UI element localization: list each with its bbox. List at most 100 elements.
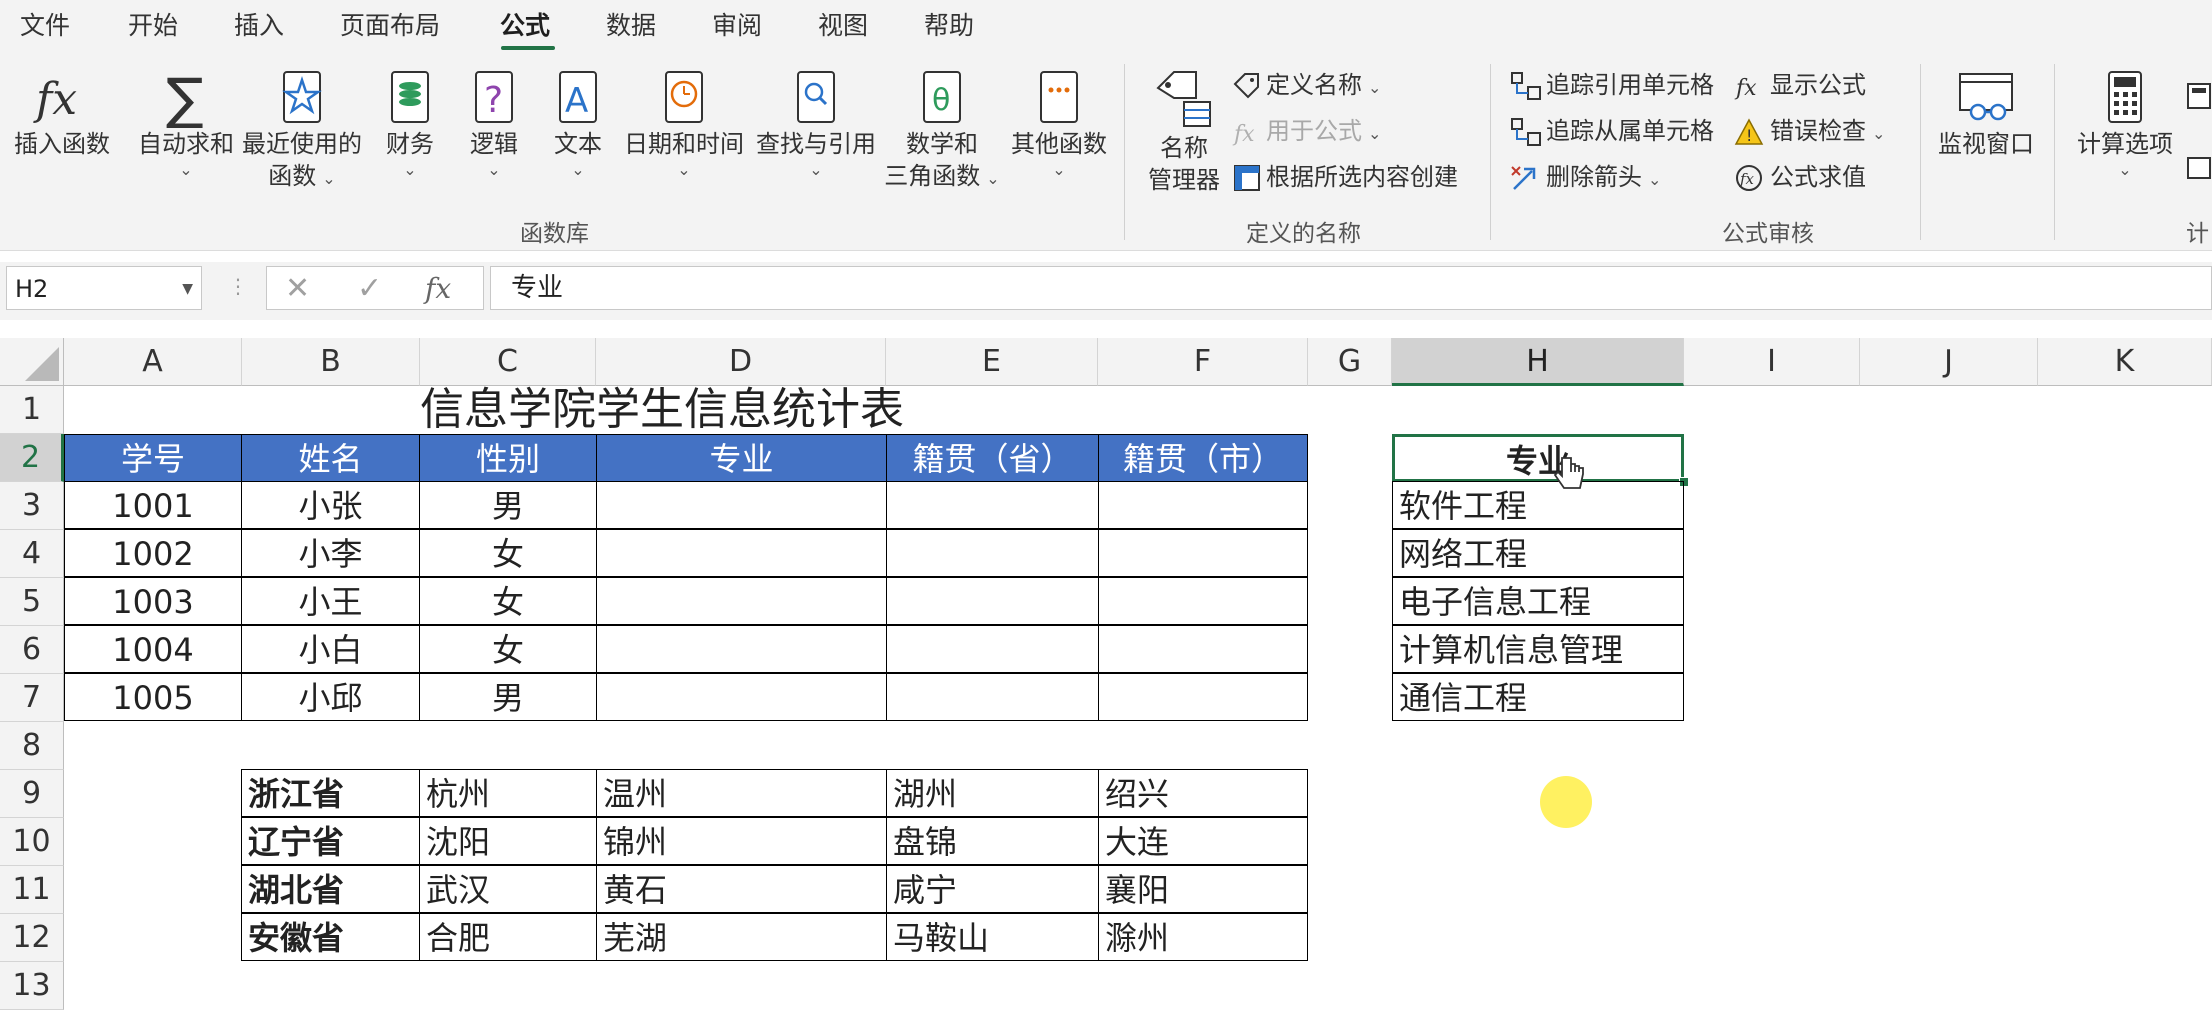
major-cell[interactable]: 网络工程 [1392, 529, 1684, 577]
trace-precedents-button[interactable]: 追踪引用单元格 [1510, 68, 1714, 102]
column-header-a[interactable]: A [64, 338, 242, 386]
tab-review[interactable]: 审阅 [712, 6, 762, 46]
city-cell[interactable]: 杭州 [419, 769, 597, 817]
major-empty-cell[interactable] [596, 673, 887, 721]
city-empty-cell[interactable] [1098, 577, 1308, 625]
province-empty-cell[interactable] [886, 577, 1099, 625]
province-empty-cell[interactable] [886, 529, 1099, 577]
row-header-1[interactable]: 1 [0, 386, 64, 434]
city-cell[interactable]: 湖州 [886, 769, 1099, 817]
column-header-c[interactable]: C [420, 338, 596, 386]
row-header-2[interactable]: 2 [0, 434, 64, 482]
tab-insert[interactable]: 插入 [234, 6, 284, 46]
chevron-down-icon[interactable]: ▼ [182, 267, 193, 311]
watch-window-button[interactable]: 监视窗口 [1930, 68, 2042, 160]
tab-help[interactable]: 帮助 [924, 6, 974, 46]
major-cell[interactable]: 软件工程 [1392, 481, 1684, 529]
header-cell[interactable]: 姓名 [241, 434, 420, 482]
column-header-e[interactable]: E [886, 338, 1098, 386]
province-empty-cell[interactable] [886, 625, 1099, 673]
row-header-8[interactable]: 8 [0, 722, 64, 770]
create-from-selection-button[interactable]: 根据所选内容创建 [1232, 160, 1458, 194]
tab-page-layout[interactable]: 页面布局 [340, 6, 440, 46]
city-cell[interactable]: 合肥 [419, 913, 597, 961]
sheet-title[interactable]: 信息学院学生信息统计表 [420, 386, 904, 434]
calc-sheet-button[interactable] [2184, 150, 2212, 184]
header-cell[interactable]: 专业 [596, 434, 887, 482]
province-empty-cell[interactable] [886, 673, 1099, 721]
tab-view[interactable]: 视图 [818, 6, 868, 46]
major-empty-cell[interactable] [596, 625, 887, 673]
logical-button[interactable]: ? 逻辑 ⌄ [464, 68, 524, 180]
header-cell[interactable]: 学号 [64, 434, 242, 482]
student-name-cell[interactable]: 小邱 [241, 673, 420, 721]
define-name-button[interactable]: 定义名称 ⌄ [1232, 68, 1381, 105]
student-name-cell[interactable]: 小白 [241, 625, 420, 673]
tab-file[interactable]: 文件 [20, 6, 70, 46]
student-gender-cell[interactable]: 女 [419, 529, 597, 577]
row-header-13[interactable]: 13 [0, 962, 64, 1010]
student-id-cell[interactable]: 1005 [64, 673, 242, 721]
header-cell[interactable]: 性别 [419, 434, 597, 482]
lookup-reference-button[interactable]: 查找与引用 ⌄ [752, 68, 880, 180]
city-cell[interactable]: 襄阳 [1098, 865, 1308, 913]
selected-cell-h2[interactable]: 专业 [1392, 434, 1684, 482]
column-header-k[interactable]: K [2038, 338, 2212, 386]
city-empty-cell[interactable] [1098, 673, 1308, 721]
tab-data[interactable]: 数据 [606, 6, 656, 46]
student-gender-cell[interactable]: 男 [419, 673, 597, 721]
insert-function-button[interactable]: fx 插入函数 [10, 68, 114, 160]
row-header-10[interactable]: 10 [0, 818, 64, 866]
error-checking-button[interactable]: ! 错误检查 ⌄ [1734, 114, 1885, 151]
tab-formulas[interactable]: 公式 [500, 6, 550, 46]
math-trig-button[interactable]: θ 数学和 三角函数 ⌄ [880, 68, 1004, 195]
column-header-h[interactable]: H [1392, 338, 1684, 386]
city-cell[interactable]: 马鞍山 [886, 913, 1099, 961]
student-gender-cell[interactable]: 女 [419, 577, 597, 625]
row-header-3[interactable]: 3 [0, 482, 64, 530]
city-empty-cell[interactable] [1098, 625, 1308, 673]
row-header-6[interactable]: 6 [0, 626, 64, 674]
autosum-button[interactable]: ∑ 自动求和 ⌄ [134, 68, 238, 180]
city-cell[interactable]: 沈阳 [419, 817, 597, 865]
enter-check-icon[interactable]: ✓ [357, 269, 382, 309]
city-cell[interactable]: 滁州 [1098, 913, 1308, 961]
city-cell[interactable]: 盘锦 [886, 817, 1099, 865]
student-id-cell[interactable]: 1004 [64, 625, 242, 673]
row-header-4[interactable]: 4 [0, 530, 64, 578]
province-cell[interactable]: 辽宁省 [241, 817, 420, 865]
row-header-5[interactable]: 5 [0, 578, 64, 626]
insert-function-fx-icon[interactable]: fx [425, 269, 451, 309]
student-name-cell[interactable]: 小张 [241, 481, 420, 529]
major-empty-cell[interactable] [596, 529, 887, 577]
row-header-11[interactable]: 11 [0, 866, 64, 914]
student-id-cell[interactable]: 1001 [64, 481, 242, 529]
major-empty-cell[interactable] [596, 481, 887, 529]
name-manager-button[interactable]: 名称 管理器 [1146, 68, 1222, 196]
city-cell[interactable]: 武汉 [419, 865, 597, 913]
select-all-corner[interactable] [0, 338, 64, 386]
province-cell[interactable]: 浙江省 [241, 769, 420, 817]
city-cell[interactable]: 芜湖 [596, 913, 887, 961]
province-cell[interactable]: 湖北省 [241, 865, 420, 913]
major-cell[interactable]: 计算机信息管理 [1392, 625, 1684, 673]
use-in-formula-button[interactable]: fx 用于公式 ⌄ [1232, 114, 1381, 151]
datetime-button[interactable]: 日期和时间 ⌄ [620, 68, 748, 180]
major-empty-cell[interactable] [596, 577, 887, 625]
major-cell[interactable]: 电子信息工程 [1392, 577, 1684, 625]
row-header-9[interactable]: 9 [0, 770, 64, 818]
cancel-icon[interactable]: ✕ [285, 269, 310, 309]
row-header-12[interactable]: 12 [0, 914, 64, 962]
column-header-d[interactable]: D [596, 338, 886, 386]
province-cell[interactable]: 安徽省 [241, 913, 420, 961]
text-functions-button[interactable]: A 文本 ⌄ [548, 68, 608, 180]
city-cell[interactable]: 咸宁 [886, 865, 1099, 913]
calc-now-button[interactable] [2184, 78, 2212, 112]
financial-button[interactable]: 财务 ⌄ [380, 68, 440, 180]
trace-dependents-button[interactable]: 追踪从属单元格 [1510, 114, 1714, 148]
header-cell[interactable]: 籍贯（省） [886, 434, 1099, 482]
name-box[interactable]: H2 ▼ [6, 266, 202, 310]
major-cell[interactable]: 通信工程 [1392, 673, 1684, 721]
city-cell[interactable]: 大连 [1098, 817, 1308, 865]
student-id-cell[interactable]: 1003 [64, 577, 242, 625]
